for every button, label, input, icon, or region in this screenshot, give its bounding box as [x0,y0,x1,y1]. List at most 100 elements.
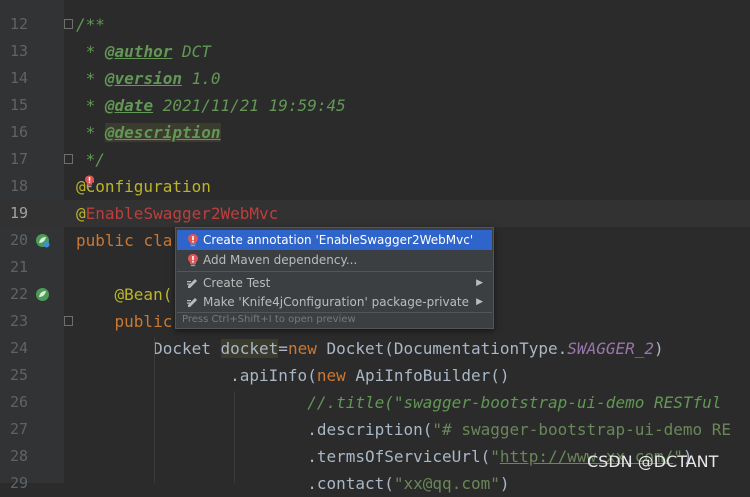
code-text: @EnableSwagger2WebMvc [76,200,278,227]
submenu-arrow-icon: ▶ [476,278,483,288]
line-number: 15 [9,96,28,114]
preview-hint: Press Ctrl+Shift+I to open preview [182,314,356,325]
code-line[interactable]: 16 * @description [0,119,750,146]
code-line[interactable]: 24 Docket docket=new Docket(Documentatio… [0,335,750,362]
submenu-arrow-icon: ▶ [476,297,483,307]
action-label: Add Maven dependency... [203,253,358,267]
line-number: 23 [9,312,28,330]
code-line[interactable]: 18 @Configuration [0,173,750,200]
code-token: @date [104,96,154,115]
code-token: */ [76,150,105,169]
spring-bean-icon[interactable] [34,286,51,303]
code-line[interactable]: 13 * @author DCT [0,38,750,65]
code-token: * [76,96,105,115]
edit-intention-icon [187,298,197,307]
indent-guide [154,337,155,483]
action-label: Create Test [203,276,271,290]
line-number: 25 [9,366,28,384]
error-bulb-icon [188,254,198,267]
code-line[interactable]: 15 * @date 2021/11/21 19:59:45 [0,92,750,119]
code-text: * @date 2021/11/21 19:59:45 [76,92,346,119]
code-line[interactable]: 12 /** [0,11,750,38]
code-token: docket [220,339,279,358]
watermark: CSDN @DCTANT [587,452,719,471]
code-token: ) [654,339,664,358]
indent-guide [234,391,235,483]
line-number: 20 [9,231,28,249]
code-text: Docket docket=new Docket(DocumentationTy… [76,335,664,362]
code-token: EnableSwagger2WebMvc [85,204,279,223]
line-number: 21 [9,258,28,276]
line-number: 14 [9,69,28,87]
fold-marker-icon[interactable] [64,316,73,326]
line-number: 18 [9,177,28,195]
code-token: * [76,123,105,142]
create-annotation-action[interactable]: Create annotation 'EnableSwagger2WebMvc' [177,230,492,250]
code-text: */ [76,146,105,173]
code-text: * @author DCT [76,38,211,65]
code-token: * [76,42,105,61]
line-number: 22 [9,285,28,303]
code-token: = [278,339,288,358]
action-label: Make 'Knife4jConfiguration' package-priv… [203,295,470,309]
code-line[interactable]: 14 * @version 1.0 [0,65,750,92]
line-number: 19 [9,204,28,222]
code-token: new [287,339,327,358]
error-bulb-icon[interactable] [84,175,95,189]
code-token: .termsOfServiceUrl( [76,447,491,466]
make-package-private-action[interactable]: Make 'Knife4jConfiguration' package-priv… [177,292,492,312]
code-line[interactable]: 29 .contact("xx@qq.com") [0,470,750,497]
code-token: @description [104,123,221,142]
code-token: /** [76,15,105,34]
code-text: .apiInfo(new ApiInfoBuilder() [76,362,509,389]
line-number: 27 [9,420,28,438]
code-token: @author [104,42,173,61]
code-text: * @version 1.0 [76,65,221,92]
line-number: 28 [9,447,28,465]
line-number: 12 [9,15,28,33]
code-text: //.title("swagger-bootstrap-ui-demo REST… [76,389,721,416]
line-number: 24 [9,339,28,357]
code-text: .description("# swagger-bootstrap-ui-dem… [76,416,731,443]
code-token: @Configuration [76,177,211,196]
code-text: @Bean( [76,281,173,308]
code-text: @Configuration [76,173,211,200]
code-text: .contact("xx@qq.com") [76,470,510,497]
code-text: public [76,308,173,335]
create-test-action[interactable]: Create Test ▶ [177,273,492,293]
code-token: @version [104,69,182,88]
code-token: * [76,69,105,88]
line-number: 29 [9,474,28,492]
code-token: new [316,366,356,385]
code-line[interactable]: 17 */ [0,146,750,173]
action-label: Create annotation 'EnableSwagger2WebMvc' [203,233,474,247]
code-token: Docket [76,339,221,358]
intention-actions-popup[interactable]: Create annotation 'EnableSwagger2WebMvc'… [175,227,494,329]
code-token: public [114,312,173,331]
code-token: //.title("swagger-bootstrap-ui-demo REST… [307,393,722,412]
code-token: public [76,231,144,250]
code-token: DCT [172,42,211,61]
fold-marker-icon[interactable] [64,19,73,29]
code-text: public cla [76,227,172,254]
code-token: "# swagger-bootstrap-ui-demo RE [432,420,732,439]
code-token: @ [76,204,86,223]
line-number: 26 [9,393,28,411]
spring-bean-config-icon[interactable] [34,232,51,249]
code-line[interactable]: 26 //.title("swagger-bootstrap-ui-demo R… [0,389,750,416]
fold-marker-icon[interactable] [64,154,73,164]
code-token: cla [143,231,173,250]
code-line[interactable]: 19 @EnableSwagger2WebMvc [0,200,750,227]
code-text: /** [76,11,105,38]
line-number: 16 [9,123,28,141]
popup-separator [177,271,492,272]
code-line[interactable]: 27 .description("# swagger-bootstrap-ui-… [0,416,750,443]
line-number: 13 [9,42,28,60]
code-line[interactable]: 25 .apiInfo(new ApiInfoBuilder() [0,362,750,389]
add-maven-dependency-action[interactable]: Add Maven dependency... [177,250,492,270]
edit-intention-icon [187,279,197,288]
code-token: ) [499,474,510,493]
